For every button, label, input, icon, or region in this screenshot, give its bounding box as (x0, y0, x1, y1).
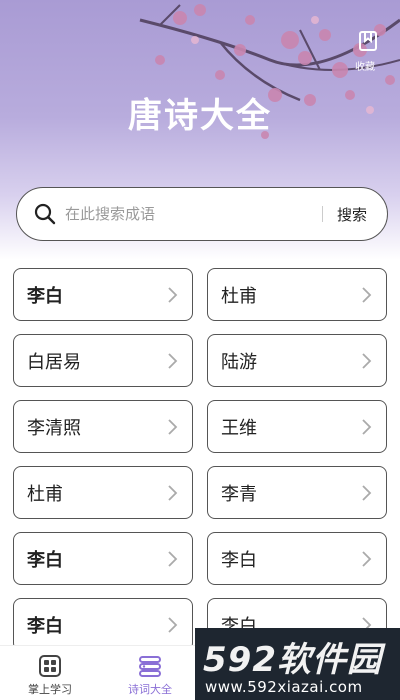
chevron-right-icon (362, 352, 372, 369)
chevron-right-icon (168, 286, 178, 303)
poet-name: 李青 (221, 483, 257, 505)
favorites-label: 收藏 (355, 62, 375, 73)
book-stack-icon (139, 656, 161, 677)
grid-icon (39, 655, 61, 677)
poet-name: 陆游 (221, 351, 257, 373)
poet-card[interactable]: 杜甫 (13, 466, 193, 519)
chevron-right-icon (168, 418, 178, 435)
chevron-right-icon (168, 550, 178, 567)
poet-card[interactable]: 李白 (207, 532, 387, 585)
poet-card[interactable]: 王维 (207, 400, 387, 453)
chevron-right-icon (362, 550, 372, 567)
poet-card[interactable]: 李白 (13, 598, 193, 651)
poet-name: 杜甫 (221, 285, 257, 307)
tab-label: 诗词大全 (128, 683, 172, 696)
chevron-right-icon (168, 352, 178, 369)
favorites-button[interactable]: 收藏 (355, 30, 380, 73)
poet-card[interactable]: 李白 (13, 532, 193, 585)
watermark-brand: 592软件园 (203, 640, 382, 680)
poet-card[interactable]: 李青 (207, 466, 387, 519)
search-button[interactable]: 搜索 (337, 204, 367, 225)
poet-card[interactable]: 陆游 (207, 334, 387, 387)
poet-card[interactable]: 白居易 (13, 334, 193, 387)
tab-label: 掌上学习 (28, 683, 72, 696)
page-title: 唐诗大全 (128, 96, 272, 136)
chevron-right-icon (168, 484, 178, 501)
poet-name: 李白 (221, 549, 257, 571)
chevron-right-icon (168, 616, 178, 633)
poet-name: 杜甫 (27, 483, 63, 505)
poet-name: 李白 (27, 285, 63, 307)
search-bar[interactable]: 搜索 (16, 187, 388, 241)
chevron-right-icon (362, 286, 372, 303)
search-divider (321, 206, 323, 222)
search-icon (33, 202, 57, 226)
bookmark-icon (359, 31, 377, 51)
poet-name: 李白 (27, 549, 63, 571)
poet-name: 白居易 (27, 351, 81, 373)
poet-name: 李清照 (27, 417, 81, 439)
chevron-right-icon (362, 418, 372, 435)
poet-card[interactable]: 杜甫 (207, 268, 387, 321)
poet-grid: 李白 杜甫 白居易 陆游 李清照 王维 杜甫 李青 李白 李白 李白 李白 (13, 268, 387, 651)
poet-card[interactable]: 李清照 (13, 400, 193, 453)
tab-poems[interactable]: 诗词大全 (100, 646, 200, 700)
chevron-right-icon (362, 484, 372, 501)
watermark-url: www.592xiazai.com (205, 678, 363, 696)
poet-card[interactable]: 李白 (13, 268, 193, 321)
watermark-banner: 592软件园 www.592xiazai.com (195, 628, 400, 700)
poet-name: 李白 (27, 615, 63, 637)
tab-learning[interactable]: 掌上学习 (0, 646, 100, 700)
search-input[interactable] (65, 199, 322, 229)
poet-name: 王维 (221, 417, 257, 439)
